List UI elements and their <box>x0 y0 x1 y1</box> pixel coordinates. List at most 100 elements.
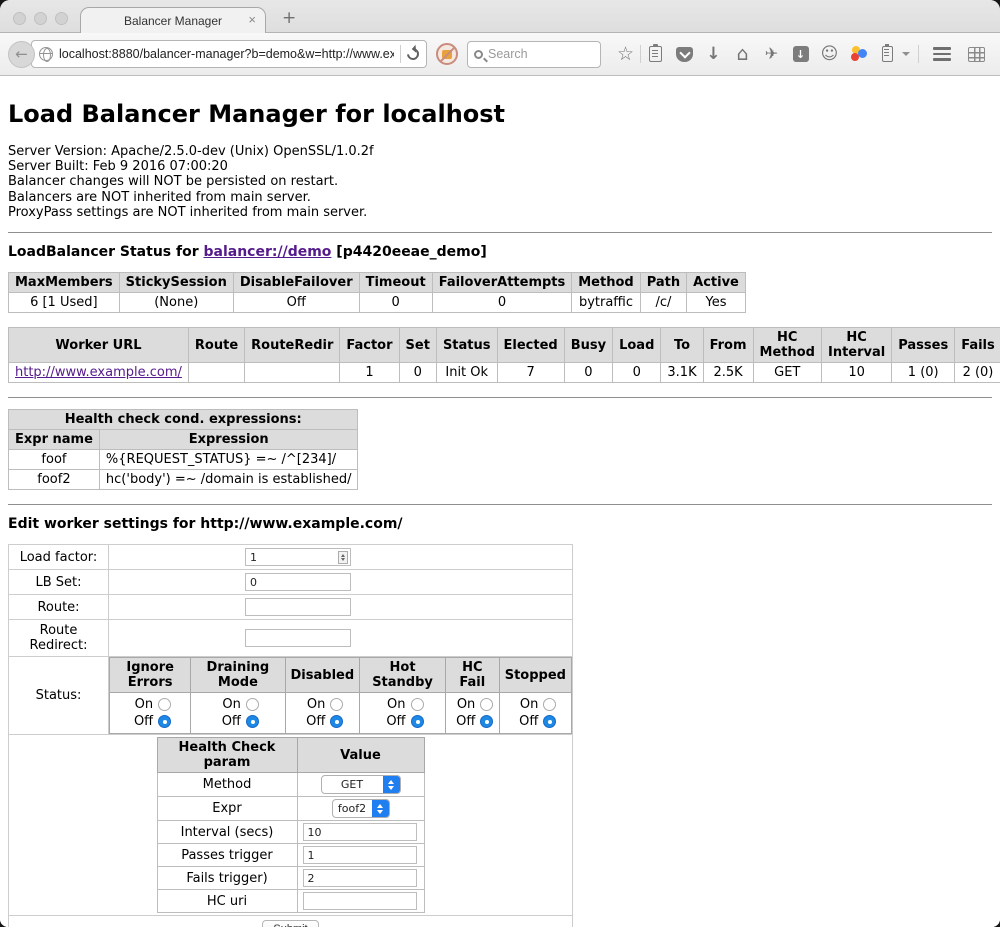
urlbar-divider <box>400 45 401 63</box>
hc-fails-input[interactable] <box>303 869 417 887</box>
hot-standby-off-radio[interactable] <box>411 715 424 728</box>
balancer-status-row: 6 [1 Used] (None) Off 0 0 bytraffic /c/ … <box>9 293 746 313</box>
worker-row: http://www.example.com/ 1 0 Init Ok 7 0 … <box>9 363 1000 383</box>
hc-interval-input[interactable] <box>303 823 417 841</box>
home-icon[interactable]: ⌂ <box>728 40 757 68</box>
server-info: Server Version: Apache/2.5.0-dev (Unix) … <box>8 144 992 220</box>
edit-worker-form: Load factor: LB Set: Route: Route Redire… <box>8 544 573 927</box>
battery-icon[interactable] <box>873 40 902 68</box>
window-controls <box>13 12 68 25</box>
search-icon <box>474 50 483 59</box>
browser-window: Balancer Manager × + ← localhost:8880/ba… <box>0 0 1000 927</box>
health-check-params-table: Health Check param Value Method GET <box>157 737 425 913</box>
load-factor-label: Load factor: <box>9 545 109 570</box>
bookmark-star-icon[interactable]: ☆ <box>611 40 640 68</box>
hc-method-select[interactable]: GET <box>321 775 401 794</box>
divider <box>8 504 992 505</box>
zoom-window-button[interactable] <box>55 12 68 25</box>
persist-note-line: Balancer changes will NOT be persisted o… <box>8 174 992 189</box>
health-check-expressions-table: Health check cond. expressions: Expr nam… <box>8 409 358 490</box>
balancer-status-heading: LoadBalancer Status for balancer://demo … <box>8 244 992 260</box>
hc-method-label: Method <box>157 773 297 797</box>
draining-mode-off-radio[interactable] <box>246 715 259 728</box>
worker-status-table: Worker URL Route RouteRedir Factor Set S… <box>8 327 1000 383</box>
toolbar-buttons: ☆ ↓ ⌂ ✈ ↓ ☺ <box>611 40 991 68</box>
feedback-smiley-icon[interactable]: ☺ <box>815 40 844 68</box>
back-icon: ← <box>15 45 28 63</box>
page-title: Load Balancer Manager for localhost <box>8 76 992 128</box>
tab-bar: Balancer Manager × + <box>0 0 1000 33</box>
route-redirect-label: Route Redirect: <box>9 620 109 657</box>
balancer-status-table: MaxMembers StickySession DisableFailover… <box>8 272 746 313</box>
status-radios-table: Ignore Errors Draining Mode Disabled Hot… <box>109 657 572 734</box>
toolbar-divider-2 <box>918 45 919 63</box>
send-tab-icon[interactable]: ✈ <box>757 40 786 68</box>
hc-interval-label: Interval (secs) <box>157 821 297 844</box>
hc-expr-label: Expr <box>157 797 297 821</box>
new-tab-button[interactable]: + <box>282 8 296 28</box>
pocket-icon[interactable] <box>670 40 699 68</box>
hc-expr-select[interactable]: foof2 <box>332 799 390 818</box>
edit-worker-heading: Edit worker settings for http://www.exam… <box>8 516 992 532</box>
tab-title: Balancer Manager <box>124 14 222 28</box>
expr-row: foof %{REQUEST_STATUS} =~ /^[234]/ <box>9 450 358 470</box>
hc-uri-input[interactable] <box>303 892 417 910</box>
hot-standby-on-radio[interactable] <box>411 698 424 711</box>
site-identity-icon[interactable] <box>39 47 53 61</box>
reload-icon[interactable] <box>405 46 422 63</box>
url-text[interactable]: localhost:8880/balancer-manager?b=demo&w… <box>59 47 394 61</box>
dropdown-caret-icon[interactable] <box>902 52 910 60</box>
ignore-errors-on-radio[interactable] <box>158 698 171 711</box>
close-window-button[interactable] <box>13 12 26 25</box>
worker-url-link[interactable]: http://www.example.com/ <box>15 365 182 380</box>
route-input[interactable] <box>245 598 351 616</box>
hc-passes-label: Passes trigger <box>157 844 297 867</box>
select-stepper-icon <box>372 800 389 817</box>
stopped-on-radio[interactable] <box>543 698 556 711</box>
lb-set-label: LB Set: <box>9 570 109 595</box>
url-bar[interactable]: localhost:8880/balancer-manager?b=demo&w… <box>31 40 427 68</box>
server-version-line: Server Version: Apache/2.5.0-dev (Unix) … <box>8 144 992 159</box>
draining-mode-on-radio[interactable] <box>246 698 259 711</box>
ignore-errors-off-radio[interactable] <box>158 715 171 728</box>
reading-list-icon[interactable] <box>641 40 670 68</box>
divider <box>8 397 992 398</box>
route-label: Route: <box>9 595 109 620</box>
hc-fail-on-radio[interactable] <box>480 698 493 711</box>
expr-table-title: Health check cond. expressions: <box>9 410 358 430</box>
back-button[interactable]: ← <box>8 41 35 68</box>
panel-download-icon[interactable]: ↓ <box>786 40 815 68</box>
search-input[interactable] <box>488 47 578 61</box>
lb-set-input[interactable] <box>245 573 351 591</box>
expr-row: foof2 hc('body') =~ /domain is establish… <box>9 470 358 490</box>
navigation-toolbar: ← localhost:8880/balancer-manager?b=demo… <box>0 33 1000 76</box>
stopped-off-radio[interactable] <box>543 715 556 728</box>
adblock-icon[interactable] <box>436 43 458 65</box>
disabled-on-radio[interactable] <box>330 698 343 711</box>
select-stepper-icon <box>383 776 400 793</box>
inherit-note-line: Balancers are NOT inherited from main se… <box>8 190 992 205</box>
tab-close-icon[interactable]: × <box>248 12 256 27</box>
page-content: Load Balancer Manager for localhost Serv… <box>0 76 1000 927</box>
menu-icon[interactable] <box>927 40 956 68</box>
divider <box>8 232 992 233</box>
load-factor-input[interactable] <box>245 548 351 566</box>
submit-button[interactable]: Submit <box>262 920 318 927</box>
tab-grid-icon[interactable] <box>962 40 991 68</box>
hc-fails-label: Fails trigger) <box>157 867 297 890</box>
number-stepper-icon[interactable] <box>338 551 348 564</box>
hc-passes-input[interactable] <box>303 846 417 864</box>
minimize-window-button[interactable] <box>34 12 47 25</box>
proxypass-note-line: ProxyPass settings are NOT inherited fro… <box>8 205 992 220</box>
multi-color-icon[interactable] <box>844 40 873 68</box>
status-label: Status: <box>9 657 109 735</box>
disabled-off-radio[interactable] <box>330 715 343 728</box>
download-icon[interactable]: ↓ <box>699 40 728 68</box>
tab-balancer-manager[interactable]: Balancer Manager × <box>80 7 266 33</box>
route-redirect-input[interactable] <box>245 629 351 647</box>
balancer-demo-link[interactable]: balancer://demo <box>204 244 332 260</box>
server-built-line: Server Built: Feb 9 2016 07:00:20 <box>8 159 992 174</box>
search-box[interactable] <box>467 41 601 68</box>
hc-fail-off-radio[interactable] <box>480 715 493 728</box>
hc-uri-label: HC uri <box>157 890 297 913</box>
